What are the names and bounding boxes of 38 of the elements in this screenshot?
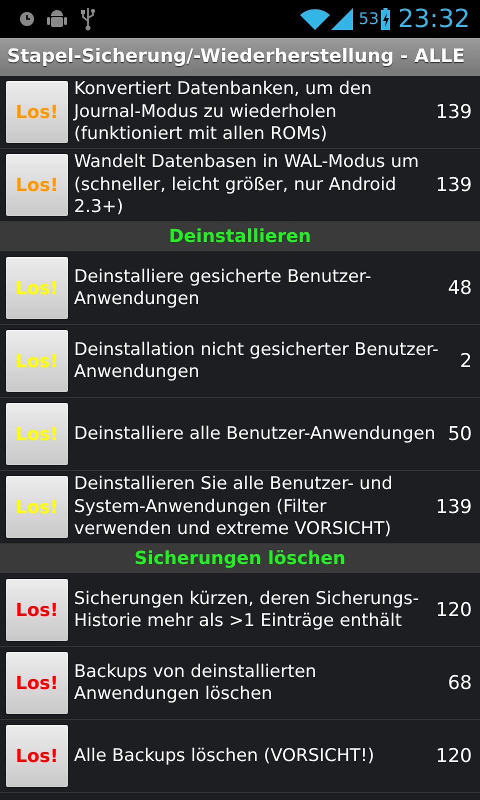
clock-icon <box>20 12 34 26</box>
app-count: 120 <box>436 598 472 623</box>
app-count: 139 <box>436 172 472 198</box>
battery-percent: 53 <box>358 8 379 30</box>
action-description: Alle Backups löschen (VORSICHT!) <box>74 744 376 768</box>
app-count: 120 <box>436 744 472 769</box>
go-button[interactable]: Los! <box>6 725 68 787</box>
go-button[interactable]: Los! <box>6 652 68 714</box>
action-description: Deinstalliere alle Benutzer-Anwendungen <box>74 422 436 446</box>
app-count: 48 <box>448 276 472 301</box>
action-description: Wandelt Datenbasen in WAL-Modus um (schneller, leicht größer, nur Android 2.3+) <box>74 151 420 219</box>
action-description: Konvertiert Datenbanken, um den Journal-Modus zu wiederholen (funktioniert mit allen ROMs) <box>74 78 373 146</box>
app-count: 139 <box>436 100 472 125</box>
battery-charging-icon <box>380 8 390 30</box>
screen-title: Stapel-Sicherung/-Wiederherstellung - ALLE <box>7 45 465 70</box>
go-button[interactable]: Los! <box>6 81 68 143</box>
app-count: 139 <box>436 494 472 520</box>
app-count: 68 <box>448 670 472 696</box>
section-header: Deinstallieren <box>168 225 312 249</box>
usb-icon <box>81 7 95 31</box>
go-button[interactable]: Los! <box>6 579 68 641</box>
action-description: Sicherungen kürzen, deren Sicherungs-Historie mehr als >1 Einträge enthält <box>74 588 420 632</box>
section-header: Sicherungen löschen <box>134 547 346 571</box>
go-button[interactable]: Los! <box>6 403 68 465</box>
android-icon <box>47 8 67 30</box>
app-count: 50 <box>448 422 472 447</box>
go-button[interactable]: Los! <box>6 154 68 216</box>
action-description: Backups von deinstallierten Anwendungen löschen <box>74 660 318 706</box>
go-button[interactable]: Los! <box>6 257 68 319</box>
action-description: Deinstallieren Sie alle Benutzer- und System-Anwendungen (Filter verwenden und extreme VORSICHT) <box>74 473 394 541</box>
go-button[interactable]: Los! <box>6 330 68 392</box>
app-count: 2 <box>460 348 472 374</box>
action-description: Deinstallation nicht gesicherter Benutzer-Anwendungen <box>74 338 440 384</box>
action-description: Deinstalliere gesicherte Benutzer-Anwendungen <box>74 266 372 310</box>
go-button[interactable]: Los! <box>6 476 68 538</box>
wifi-icon <box>300 8 330 30</box>
signal-icon <box>330 8 353 30</box>
clock-time: 23:32 <box>398 3 470 36</box>
